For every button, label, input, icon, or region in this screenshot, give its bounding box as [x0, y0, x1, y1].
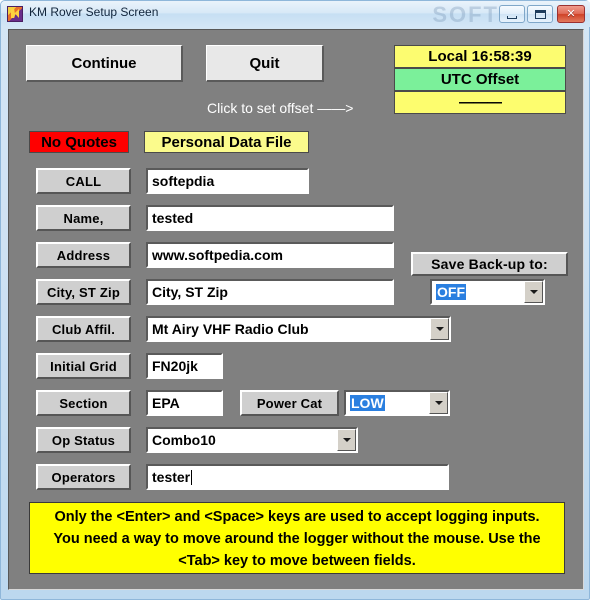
chevron-down-icon[interactable]	[429, 392, 448, 414]
label-call-text: CALL	[65, 173, 102, 189]
field-section-value: EPA	[152, 395, 180, 411]
utc-offset-value[interactable]: ———	[394, 91, 566, 114]
label-name[interactable]: Name,	[36, 205, 131, 231]
window-title: KM Rover Setup Screen	[29, 5, 159, 19]
title-bar[interactable]: KM Rover Setup Screen SOFT	[1, 1, 590, 27]
setup-form: Continue Quit Local 16:58:39 UTC Offset …	[9, 30, 583, 589]
label-city-st-zip[interactable]: City, ST Zip	[36, 279, 131, 305]
field-city-st-zip[interactable]: City, ST Zip	[146, 279, 394, 305]
save-backup-title-label: Save Back-up to:	[431, 256, 548, 272]
label-name-text: Name,	[63, 210, 104, 226]
chevron-down-icon[interactable]	[337, 429, 356, 451]
label-city-st-zip-text: City, ST Zip	[47, 284, 120, 300]
field-name[interactable]: tested	[146, 205, 394, 231]
label-club-affil-text: Club Affil.	[51, 321, 116, 337]
personal-data-file-label: Personal Data File	[161, 133, 292, 151]
label-operators[interactable]: Operators	[36, 464, 131, 490]
application-window: KM Rover Setup Screen SOFT www.softpedia…	[0, 0, 590, 600]
field-op-status-value-box[interactable]: Combo10	[146, 427, 358, 453]
field-call-value: softepdia	[152, 173, 215, 189]
close-icon[interactable]	[557, 5, 585, 23]
utc-offset-header-label: UTC Offset	[440, 71, 520, 88]
quit-button[interactable]: Quit	[206, 45, 324, 82]
field-address[interactable]: www.softpedia.com	[146, 242, 394, 268]
save-backup-title: Save Back-up to:	[411, 252, 568, 276]
label-address[interactable]: Address	[36, 242, 131, 268]
label-section[interactable]: Section	[36, 390, 131, 416]
local-time-display: Local 16:58:39	[394, 45, 566, 68]
continue-button-label: Continue	[71, 54, 137, 72]
field-club-affil-value: Mt Airy VHF Radio Club	[152, 321, 309, 337]
instructions-note-text: Only the <Enter> and <Space> keys are us…	[53, 509, 541, 569]
label-op-status-text: Op Status	[51, 432, 116, 448]
label-section-text: Section	[59, 395, 108, 411]
chevron-down-icon[interactable]	[524, 281, 543, 303]
utc-offset-value-label: ———	[459, 94, 502, 111]
no-quotes-label: No Quotes	[41, 133, 117, 151]
field-power-cat[interactable]: LOW	[344, 390, 450, 416]
field-initial-grid-value: FN20jk	[152, 358, 198, 374]
field-op-status-value: Combo10	[152, 432, 216, 448]
label-op-status[interactable]: Op Status	[36, 427, 131, 453]
quit-button-label: Quit	[249, 54, 280, 72]
softpedia-watermark: SOFT	[432, 2, 499, 27]
field-op-status[interactable]: Combo10	[146, 427, 358, 453]
save-backup-combo-value: OFF	[436, 284, 466, 300]
continue-button[interactable]: Continue	[26, 45, 183, 82]
label-call[interactable]: CALL	[36, 168, 131, 194]
label-club-affil[interactable]: Club Affil.	[36, 316, 131, 342]
label-initial-grid[interactable]: Initial Grid	[36, 353, 131, 379]
label-power-cat-text: Power Cat	[256, 395, 323, 411]
utc-offset-header[interactable]: UTC Offset	[394, 68, 566, 91]
instructions-note: Only the <Enter> and <Space> keys are us…	[29, 502, 565, 574]
field-club-affil-value-box[interactable]: Mt Airy VHF Radio Club	[146, 316, 451, 342]
field-address-value: www.softpedia.com	[152, 247, 283, 263]
offset-hint-label: Click to set offset ——>	[207, 100, 354, 116]
field-power-cat-value: LOW	[350, 395, 385, 411]
local-time-label: Local 16:58:39	[428, 48, 532, 65]
minimize-icon[interactable]	[499, 5, 525, 23]
app-icon	[7, 6, 23, 22]
client-area: Continue Quit Local 16:58:39 UTC Offset …	[8, 29, 584, 590]
field-city-st-zip-value: City, ST Zip	[152, 284, 228, 300]
field-club-affil[interactable]: Mt Airy VHF Radio Club	[146, 316, 451, 342]
field-operators[interactable]: tester	[146, 464, 449, 490]
no-quotes-indicator[interactable]: No Quotes	[29, 131, 129, 153]
save-backup-combo[interactable]: OFF	[430, 279, 545, 305]
field-section[interactable]: EPA	[146, 390, 223, 416]
label-initial-grid-text: Initial Grid	[50, 358, 117, 374]
field-name-value: tested	[152, 210, 194, 226]
label-power-cat[interactable]: Power Cat	[240, 390, 339, 416]
field-operators-value: tester	[152, 469, 191, 485]
maximize-icon[interactable]	[527, 5, 553, 23]
label-operators-text: Operators	[51, 469, 116, 485]
label-address-text: Address	[56, 247, 111, 263]
chevron-down-icon[interactable]	[430, 318, 449, 340]
field-initial-grid[interactable]: FN20jk	[146, 353, 223, 379]
personal-data-file-indicator[interactable]: Personal Data File	[144, 131, 309, 153]
field-call[interactable]: softepdia	[146, 168, 309, 194]
